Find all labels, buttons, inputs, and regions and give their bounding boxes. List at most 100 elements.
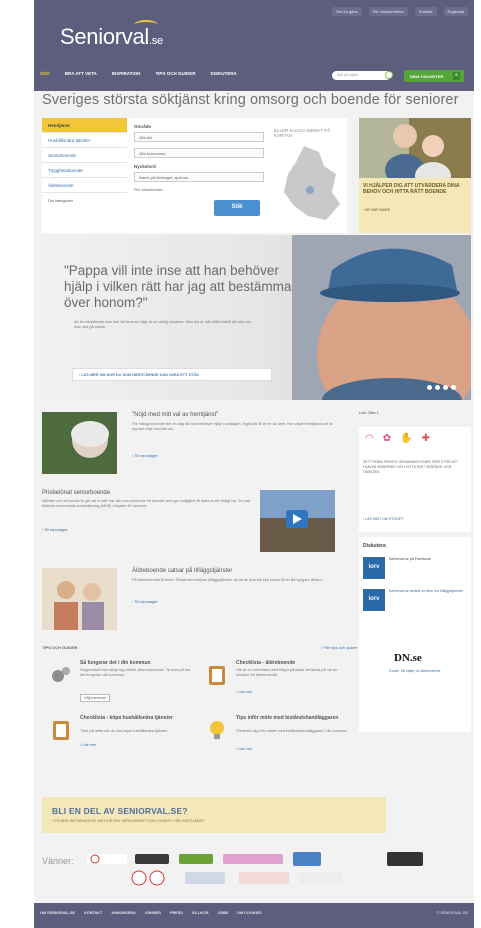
compare-categories-link[interactable]: Din kategorier	[42, 193, 127, 208]
top-link-verksamheter[interactable]: För verksamheter	[368, 7, 408, 16]
top-link-engelska[interactable]: Engelska	[443, 7, 468, 16]
partners-label: Vänner:	[42, 856, 74, 866]
seniorval-avatar: iorv	[363, 589, 385, 611]
article-text: För många kommer det en dag då man behöv…	[132, 422, 333, 431]
area-label: Område	[134, 124, 152, 129]
tip-checklista-aldreboende: Checklista - äldreboende Här är en check…	[206, 660, 356, 715]
carousel-dot[interactable]	[435, 385, 440, 390]
gears-icon	[52, 667, 70, 682]
footer-link[interactable]: ANNONSERA	[111, 911, 135, 915]
article-title[interactable]: Äldreboende satsar på tilläggstjänster	[132, 568, 232, 574]
partner-logos[interactable]	[87, 850, 472, 895]
tip-title[interactable]: Tips inför möte med biståndshandläggaren	[236, 715, 338, 721]
tip-title[interactable]: Checklista - köpa hushållsnära tjänster	[80, 715, 173, 721]
facebook-page-name[interactable]: Seniorval.se på Facebook	[389, 557, 467, 562]
tab-hushallsnara[interactable]: Hushållsnära tjänster	[42, 133, 127, 148]
article-title[interactable]: Prisbelönat seniorboende	[42, 490, 110, 496]
social-like-bar[interactable]: Like Gilla 1	[359, 410, 379, 415]
clipboard-icon	[53, 721, 69, 740]
top-link-gava[interactable]: Om en gåva	[331, 7, 362, 16]
seniors-photo	[359, 118, 471, 178]
footer-link[interactable]: OM COOKIES	[237, 911, 262, 915]
footer-link[interactable]: JOBB	[217, 911, 228, 915]
video-thumbnail[interactable]	[260, 490, 335, 552]
article-link[interactable]: › Till reportaget	[42, 528, 67, 532]
search-icon[interactable]	[385, 71, 393, 79]
keyword-input[interactable]: Namn på företaget, sjukhus...	[134, 172, 264, 182]
kommun-select[interactable]: Välj kommun	[80, 694, 110, 702]
footer-link[interactable]: KONTAKT	[84, 911, 102, 915]
discussion-box: Diskutera iorv Seniorval.se på Facebook …	[359, 537, 471, 732]
more-tips-link[interactable]: › Fler tips och guider	[321, 645, 357, 650]
tip-link[interactable]: › Läs mer	[80, 743, 96, 747]
tip-bistand: Tips inför möte med biståndshandläggaren…	[206, 715, 356, 770]
top-link-kontakt[interactable]: Kontakt	[414, 7, 437, 16]
nav-bra-att-veta[interactable]: BRA ATT VETA	[65, 71, 97, 76]
search-button[interactable]: Sök	[214, 200, 260, 216]
facebook-post[interactable]: Seniorval.se delade en länk om tilläggst…	[389, 589, 467, 594]
nav-diskutera[interactable]: DISKUTERA	[210, 71, 236, 76]
cause-text: SETT FRÅN FEMTIO ORGANISATIONER GÖR STÖD…	[363, 460, 459, 474]
site-search-input[interactable]: Sök på sajten	[332, 71, 391, 80]
partners: Vänner:	[42, 850, 472, 895]
tip-title[interactable]: Så fungerar det i din kommun	[80, 660, 151, 666]
banner-quote: "Pappa vill inte inse att han behöver hj…	[64, 263, 292, 310]
article-link[interactable]: › Till reportaget	[132, 600, 157, 604]
article-photo[interactable]	[42, 568, 117, 630]
article-aldreboende: Äldreboende satsar på tilläggstjänster P…	[42, 566, 352, 641]
footer-link[interactable]: VILLKOR	[192, 911, 209, 915]
seniorval-avatar: iorv	[363, 557, 385, 579]
nav-tips[interactable]: TIPS OCH GUIDER	[155, 71, 195, 76]
article-seniorboende: Prisbelönat seniorboende Aktivitet och e…	[42, 488, 352, 563]
nav-sok[interactable]: SÖK	[40, 71, 50, 76]
page-headline: Sveriges största söktjänst kring omsorg …	[42, 92, 459, 108]
tip-text: Tänk på detta när du ska köpa hushållsnä…	[80, 729, 169, 733]
main-nav: SÖK BRA ATT VETA INSPIRATION TIPS OCH GU…	[40, 71, 252, 76]
keyword-label: Nyckelord	[134, 164, 156, 169]
carousel-dots[interactable]	[427, 385, 456, 390]
site-frame: Om en gåva För verksamheter Kontakt Enge…	[34, 0, 474, 928]
article-photo[interactable]	[42, 412, 117, 474]
tab-trygghetsboende[interactable]: Trygghetsboende	[42, 163, 127, 178]
join-cta[interactable]: BLI EN DEL AV SENIORVAL.SE? › FÅ MER INF…	[42, 797, 386, 833]
tip-title[interactable]: Checklista - äldreboende	[236, 660, 295, 666]
banner-readmore-button[interactable]: › LÄS MER OM HUR DU SOM NÄRSTÅENDE KAN V…	[72, 368, 272, 381]
guide-promo[interactable]: VI HJÄLPER DIG ATT UTVÄRDERA DINA BEHOV …	[359, 118, 471, 233]
map-hint: ELLER KLICKA DIREKT PÅ KARTAN	[274, 128, 331, 138]
flower-icon: ✿	[382, 433, 392, 444]
sweden-map[interactable]	[274, 144, 344, 224]
tab-hemtjanst[interactable]: Hemtjänst	[42, 118, 127, 133]
tip-text: Här är en checklista med frågor på saker…	[236, 668, 338, 677]
site-logo[interactable]: Seniorval.se	[60, 24, 163, 50]
tip-link[interactable]: › Läs mer	[236, 690, 252, 694]
guide-title: VI HJÄLPER DIG ATT UTVÄRDERA DINA BEHOV …	[363, 183, 460, 195]
tip-link[interactable]: › Läs mer	[236, 747, 252, 751]
favorites-label: DINA FAVORITER	[410, 74, 444, 79]
article-title[interactable]: "Nöjd med mitt val av hemtjänst"	[132, 412, 218, 418]
footer-link[interactable]: OM SENIORVAL.SE	[40, 911, 75, 915]
tab-aldreboende[interactable]: Äldreboende	[42, 178, 127, 193]
tip-kommun: Så fungerar det i din kommun Regelverken…	[50, 660, 200, 715]
footer-copyright: © SENIORVAL.SE	[436, 911, 468, 915]
carousel-dot[interactable]	[427, 385, 432, 390]
nav-inspiration[interactable]: INSPIRATION	[112, 71, 141, 76]
dn-article[interactable]: Guide: Så väljer du äldreboende	[389, 669, 467, 674]
kommun-select[interactable]: Alla kommuner	[134, 148, 264, 158]
footer-link[interactable]: PRESS	[170, 911, 183, 915]
favorites-button[interactable]: DINA FAVORITER 0	[404, 70, 464, 82]
site-footer: OM SENIORVAL.SE KONTAKT ANNONSERA VÄNNER…	[34, 903, 474, 928]
search-finder: Hemtjänst Hushållsnära tjänster Seniorbo…	[42, 118, 347, 233]
tab-seniorboende[interactable]: Seniorboende	[42, 148, 127, 163]
banner-text: Att ha närstående som inte vill ta emot …	[74, 320, 252, 329]
cause-link[interactable]: › LÄS MER OM STÖDET	[363, 517, 403, 521]
lightbulb-icon	[210, 721, 224, 739]
carousel-dot[interactable]	[451, 385, 456, 390]
guide-link[interactable]: › SE VÅR GUIDE	[363, 208, 390, 212]
cta-title: BLI EN DEL AV SENIORVAL.SE?	[52, 806, 188, 816]
lan-select[interactable]: Alla län	[134, 132, 264, 142]
cta-subtitle[interactable]: › FÅ MER INFORMATION OM HUR DIN VERKSAMH…	[52, 819, 204, 823]
article-link[interactable]: › Till reportaget	[132, 454, 157, 458]
more-options-checkbox[interactable]: Fler sökalternativ	[134, 188, 264, 192]
footer-link[interactable]: VÄNNER	[145, 911, 161, 915]
carousel-dot[interactable]	[443, 385, 448, 390]
